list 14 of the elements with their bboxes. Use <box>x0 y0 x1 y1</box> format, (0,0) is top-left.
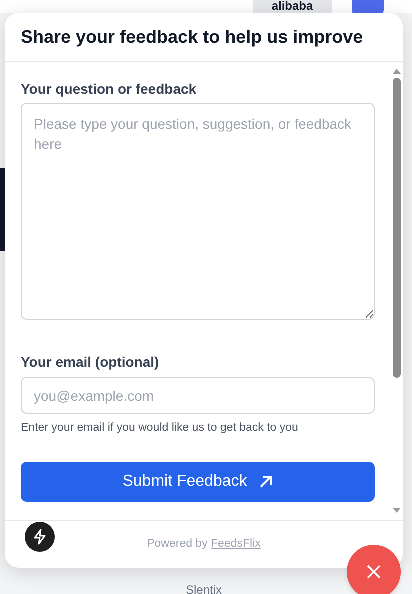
arrow-icon <box>259 475 274 490</box>
close-icon <box>367 565 381 579</box>
field-label: Your question or feedback <box>21 80 198 98</box>
feedback-textarea[interactable]: Please type your question, suggestion, or feedback here <box>21 103 375 320</box>
lightning-icon <box>33 529 47 545</box>
email-field[interactable]: you@example.com <box>21 377 375 414</box>
submit-button[interactable]: Submit Feedback <box>21 462 375 502</box>
footer-text: Slentix <box>186 583 222 594</box>
popup-title: Share your feedback to help us improve <box>21 26 364 49</box>
scroll-down-icon[interactable] <box>393 508 401 514</box>
field-label: Your email (optional) <box>21 353 160 371</box>
email-hint: Enter your email if you would like us to get back to you <box>21 421 300 436</box>
scroll-up-icon[interactable] <box>393 68 401 74</box>
powered-by-text: Powered by FeedsFlix <box>147 536 261 552</box>
